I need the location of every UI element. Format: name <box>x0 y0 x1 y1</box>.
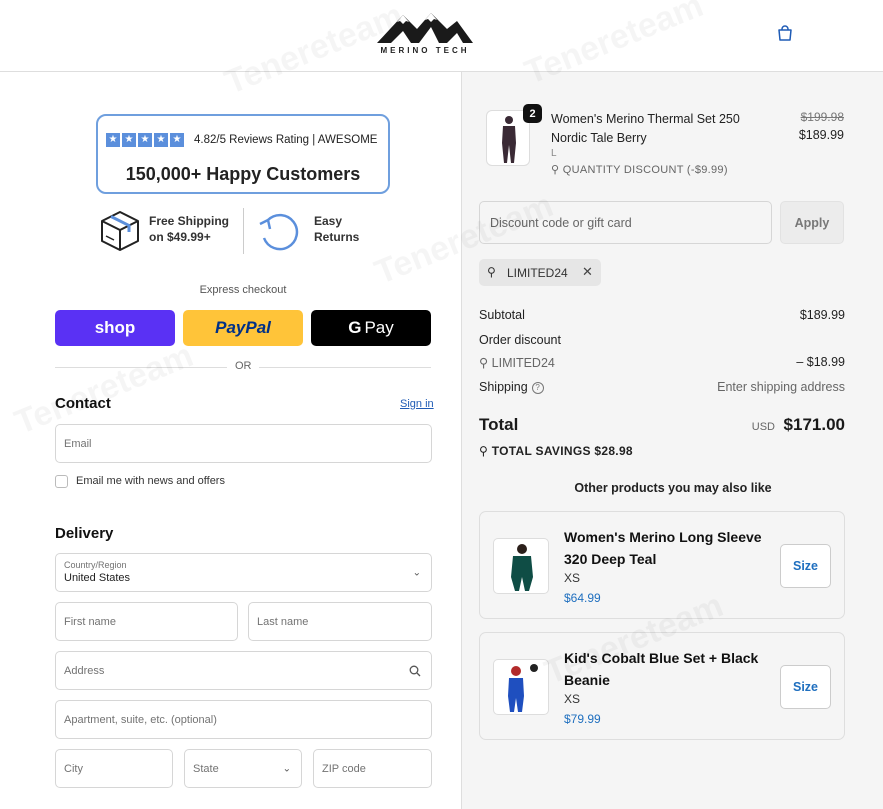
product-thumbnail <box>493 538 549 594</box>
zip-field[interactable]: ZIP code <box>313 749 432 788</box>
checkout-form-panel: ★ ★ ★ ★ ★ 4.82/5 Reviews Rating | AWESOME 15… <box>0 72 461 809</box>
country-select[interactable]: Country/Region United States ⌄ <box>55 553 432 592</box>
state-select[interactable]: State ⌄ <box>184 749 302 788</box>
shopping-bag-icon[interactable] <box>776 24 794 42</box>
total-savings: ⚲ TOTAL SAVINGS $28.98 <box>479 444 633 458</box>
tag-icon: ⚲ <box>479 444 489 458</box>
discount-code-input[interactable]: Discount code or gift card <box>479 201 772 244</box>
remove-code-icon[interactable]: ✕ <box>582 264 593 280</box>
order-discount-row: Order discount <box>479 333 561 347</box>
upsell-product-size: XS <box>564 692 581 706</box>
header: MERINO TECH <box>0 0 883 72</box>
shipping-box-icon <box>101 211 139 251</box>
last-name-field[interactable]: Last name <box>248 602 432 641</box>
or-divider: OR <box>55 360 431 374</box>
city-field[interactable]: City <box>55 749 173 788</box>
upsell-product-price: $64.99 <box>564 591 601 605</box>
brand-name: MERINO TECH <box>380 46 470 55</box>
apartment-field[interactable]: Apartment, suite, etc. (optional) <box>55 700 432 739</box>
item-price: $189.99 <box>798 128 844 142</box>
discount-code-row: ⚲ LIMITED24 – $18.99 <box>479 355 845 370</box>
applied-code-chip: ⚲ LIMITED24 ✕ <box>479 259 601 286</box>
upsell-product-card: Kid's Cobalt Blue Set + Black Beanie XS … <box>479 632 845 740</box>
rating-banner: ★ ★ ★ ★ ★ 4.82/5 Reviews Rating | AWESOME 15… <box>96 114 390 194</box>
upsell-title: Other products you may also like <box>574 481 772 495</box>
shop-pay-button[interactable]: shop <box>55 310 175 346</box>
contact-title: Contact <box>55 395 111 412</box>
newsletter-checkbox[interactable] <box>55 475 68 488</box>
google-pay-label: Pay <box>364 318 394 337</box>
email-field[interactable]: Email <box>55 424 432 463</box>
perk-divider <box>243 208 244 254</box>
order-summary-panel: 2 Women's Merino Thermal Set 250 Nordic … <box>461 72 883 809</box>
cart-item-variant: L <box>551 148 557 159</box>
upsell-product-name: Women's Merino Long Sleeve 320 Deep Teal <box>564 529 762 567</box>
total-row: Total USD $171.00 <box>479 415 845 434</box>
size-button[interactable]: Size <box>780 665 831 709</box>
quantity-badge: 2 <box>523 104 542 123</box>
size-button[interactable]: Size <box>780 544 831 588</box>
chevron-down-icon: ⌄ <box>412 567 421 578</box>
paypal-button[interactable]: PayPal <box>183 310 303 346</box>
free-shipping-text: Free Shipping on $49.99+ <box>149 214 230 244</box>
happy-customers-text: 150,000+ Happy Customers <box>125 164 361 184</box>
brand-logo[interactable]: MERINO TECH <box>371 9 479 61</box>
chevron-down-icon: ⌄ <box>282 763 291 774</box>
tag-icon: ⚲ <box>551 164 560 176</box>
upsell-product-name: Kid's Cobalt Blue Set + Black Beanie <box>564 650 759 688</box>
address-field[interactable]: Address <box>55 651 432 690</box>
delivery-title: Delivery <box>55 525 114 542</box>
mountain-logo-icon <box>377 13 473 43</box>
upsell-product-card: Women's Merino Long Sleeve 320 Deep Teal… <box>479 511 845 619</box>
express-checkout-label: Express checkout <box>199 284 287 296</box>
original-price: $199.98 <box>800 110 844 124</box>
help-icon[interactable]: ? <box>531 382 544 394</box>
upsell-product-price: $79.99 <box>564 712 601 726</box>
google-icon: G <box>348 318 362 337</box>
google-pay-button[interactable]: G Pay <box>311 310 431 346</box>
sign-in-link[interactable]: Sign in <box>400 398 434 410</box>
apply-discount-button[interactable]: Apply <box>780 201 844 244</box>
first-name-field[interactable]: First name <box>55 602 238 641</box>
perks-row: Free Shipping on $49.99+ Easy Returns <box>100 208 390 256</box>
subtotal-row: Subtotal $189.99 <box>479 308 845 322</box>
easy-returns-text: Easy Returns <box>314 214 360 244</box>
tag-icon: ⚲ <box>479 356 489 370</box>
quantity-discount: ⚲ QUANTITY DISCOUNT (-$9.99) <box>551 164 728 176</box>
rating-text: 4.82/5 Reviews Rating | AWESOME <box>194 134 378 146</box>
product-thumbnail <box>493 659 549 715</box>
newsletter-label: Email me with news and offers <box>76 475 225 487</box>
search-icon <box>409 665 421 677</box>
returns-icon <box>259 213 299 251</box>
cart-item-name: Women's Merino Thermal Set 250 Nordic Ta… <box>551 112 740 145</box>
five-star-icon: ★ ★ ★ ★ ★ <box>106 133 184 147</box>
tag-icon: ⚲ <box>487 265 496 279</box>
shipping-row: Shipping? Enter shipping address <box>479 380 845 394</box>
applied-code-label: LIMITED24 <box>507 266 568 280</box>
upsell-product-size: XS <box>564 571 581 585</box>
